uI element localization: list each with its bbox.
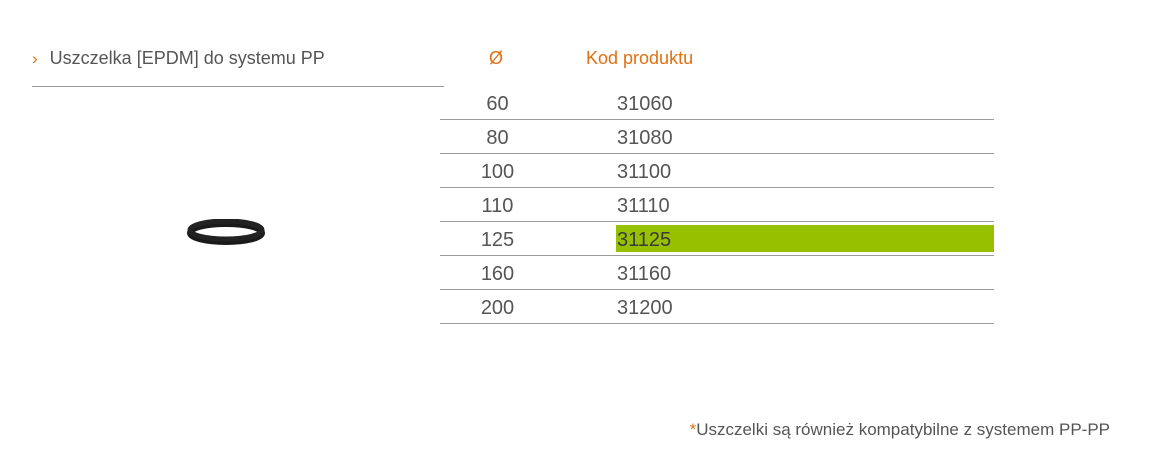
diameter-cell: 80	[486, 127, 509, 149]
table-row: 60 31060	[440, 86, 994, 120]
product-divider	[32, 86, 444, 87]
footnote-text: Uszczelki są również kompatybilne z syst…	[696, 420, 1110, 439]
diameter-cell: 110	[481, 195, 514, 217]
footnote: *Uszczelki są również kompatybilne z sys…	[690, 420, 1110, 440]
table-row: 160 31160	[440, 256, 994, 290]
table-row: 100 31100	[440, 154, 994, 188]
chevron-right-icon: ›	[32, 49, 38, 68]
code-cell: 31100	[617, 161, 672, 183]
diameter-cell: 160	[480, 263, 515, 285]
product-table: 60 31060 80 31080 100 31100 110 31110 12…	[440, 86, 994, 324]
code-cell: 31060	[617, 93, 673, 115]
table-row: 110 31110	[440, 188, 994, 222]
code-cell: 31125	[617, 229, 672, 251]
table-row: 200 31200	[440, 290, 994, 324]
code-cell: 31160	[617, 263, 672, 285]
code-cell: 31110	[617, 195, 670, 217]
product-name-label: Uszczelka [EPDM] do systemu PP	[49, 48, 325, 68]
diameter-cell: 60	[486, 93, 509, 115]
code-cell: 31080	[617, 127, 673, 149]
diameter-cell: 125	[480, 229, 515, 251]
table-row-highlighted: 125 31125	[440, 222, 994, 256]
row-highlight	[616, 225, 994, 252]
diameter-cell: 100	[480, 161, 515, 183]
product-name: › Uszczelka [EPDM] do systemu PP	[32, 48, 325, 69]
code-column-header: Kod produktu	[586, 48, 694, 68]
diameter-column-header: Ø	[489, 48, 504, 68]
gasket-ring-icon	[187, 218, 265, 245]
table-row: 80 31080	[440, 120, 994, 154]
code-cell: 31200	[617, 297, 673, 319]
diameter-cell: 200	[480, 297, 515, 319]
